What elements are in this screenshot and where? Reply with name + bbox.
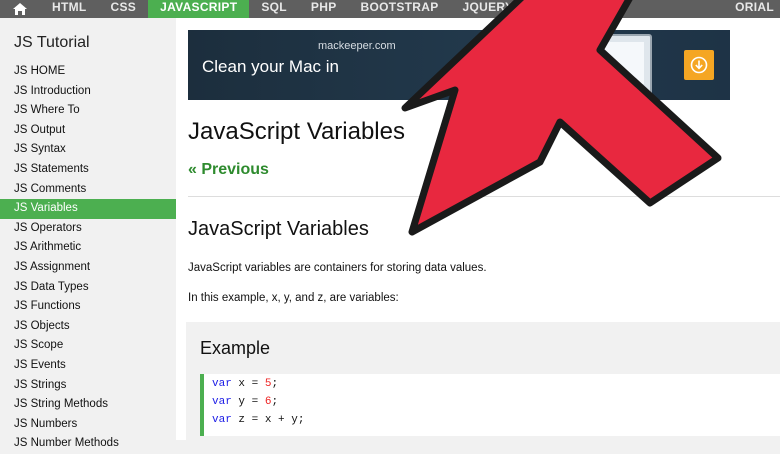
nav-item-php[interactable]: PHP <box>299 0 349 18</box>
download-icon <box>690 56 708 74</box>
sidebar-item-js-home[interactable]: JS HOME <box>0 62 176 82</box>
code-line: var x = 5; <box>212 378 279 390</box>
example-box: Example var x = 5; var y = 6; var z = x … <box>186 322 780 440</box>
nav-items: HTML CSS JAVASCRIPT SQL PHP BOOTSTRAP JQUERY <box>40 0 525 18</box>
main-content: mackeeper.com Clean your Mac in JavaScri… <box>176 18 780 440</box>
nav-item-bootstrap[interactable]: BOOTSTRAP <box>349 0 451 18</box>
nav-item-sql[interactable]: SQL <box>249 0 299 18</box>
sidebar-item-js-number-methods[interactable]: JS Number Methods <box>0 434 176 454</box>
home-icon <box>13 3 27 15</box>
sidebar-item-js-operators[interactable]: JS Operators <box>0 219 176 239</box>
sidebar-item-js-where-to[interactable]: JS Where To <box>0 101 176 121</box>
code-line: var y = 6; <box>212 396 279 408</box>
sidebar: JS Tutorial JS HOME JS Introduction JS Whe… <box>0 18 176 449</box>
sidebar-item-js-output[interactable]: JS Output <box>0 121 176 141</box>
sidebar-item-js-introduction[interactable]: JS Introduction <box>0 82 176 102</box>
example-intro-paragraph: In this example, x, y, and z, are variab… <box>188 292 399 304</box>
sidebar-item-js-events[interactable]: JS Events <box>0 356 176 376</box>
sidebar-item-js-functions[interactable]: JS Functions <box>0 297 176 317</box>
example-title: Example <box>200 338 271 358</box>
sidebar-item-js-numbers[interactable]: JS Numbers <box>0 415 176 435</box>
sidebar-item-js-syntax[interactable]: JS Syntax <box>0 140 176 160</box>
intro-paragraph: JavaScript variables are containers for … <box>188 262 487 274</box>
ad-download-button[interactable] <box>684 50 714 80</box>
sidebar-item-js-string-methods[interactable]: JS String Methods <box>0 395 176 415</box>
page-title: JavaScript Variables <box>188 118 405 145</box>
home-button[interactable] <box>0 0 40 18</box>
sidebar-item-js-statements[interactable]: JS Statements <box>0 160 176 180</box>
sidebar-item-js-strings[interactable]: JS Strings <box>0 376 176 396</box>
divider <box>188 196 780 197</box>
sidebar-item-js-scope[interactable]: JS Scope <box>0 336 176 356</box>
sidebar-item-js-assignment[interactable]: JS Assignment <box>0 258 176 278</box>
section-title: JavaScript Variables <box>188 218 369 240</box>
sidebar-item-js-objects[interactable]: JS Objects <box>0 317 176 337</box>
ad-headline: Clean your Mac in <box>202 57 340 76</box>
nav-item-tutorial[interactable]: ORIAL <box>723 0 780 18</box>
sidebar-list: JS HOME JS Introduction JS Where To JS Outp… <box>0 62 176 454</box>
sidebar-item-js-variables[interactable]: JS Variables <box>0 199 176 219</box>
nav-item-jquery[interactable]: JQUERY <box>451 0 526 18</box>
sidebar-item-js-arithmetic[interactable]: JS Arithmetic <box>0 238 176 258</box>
sidebar-item-js-data-types[interactable]: JS Data Types <box>0 278 176 298</box>
advertisement-banner[interactable]: mackeeper.com Clean your Mac in <box>188 30 730 100</box>
nav-item-css[interactable]: CSS <box>99 0 149 18</box>
code-block: var x = 5; var y = 6; var z = x + y; <box>200 374 780 436</box>
nav-item-javascript[interactable]: JAVASCRIPT <box>148 0 250 18</box>
sidebar-item-js-comments[interactable]: JS Comments <box>0 180 176 200</box>
previous-link[interactable]: « Previous <box>188 161 269 179</box>
sidebar-title: JS Tutorial <box>14 34 90 51</box>
code-line: var z = x + y; <box>212 414 305 426</box>
monitor-illustration <box>528 34 652 96</box>
top-navigation-bar: HTML CSS JAVASCRIPT SQL PHP BOOTSTRAP JQUERY O… <box>0 0 780 18</box>
ad-domain: mackeeper.com <box>318 40 396 52</box>
nav-item-html[interactable]: HTML <box>40 0 99 18</box>
